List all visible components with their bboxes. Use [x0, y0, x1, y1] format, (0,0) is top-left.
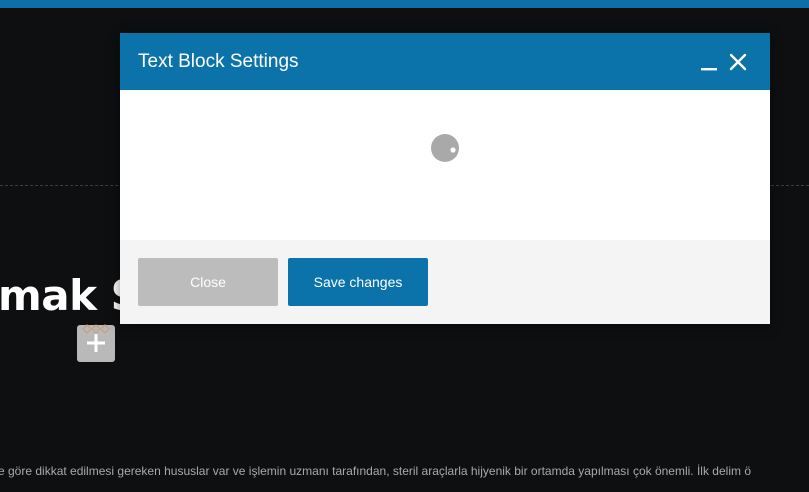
- minimize-icon[interactable]: [697, 51, 721, 75]
- top-accent-bar: [0, 0, 809, 8]
- page-paragraph: e göre dikkat edilmesi gereken hususlar …: [0, 464, 751, 478]
- text-block-settings-dialog: Text Block Settings Close Save changes: [120, 33, 770, 324]
- save-changes-button[interactable]: Save changes: [288, 258, 428, 306]
- dialog-header: Text Block Settings: [120, 33, 770, 90]
- close-icon[interactable]: [726, 50, 750, 74]
- add-element-button[interactable]: [77, 324, 115, 362]
- dialog-title: Text Block Settings: [138, 51, 299, 72]
- loading-spinner-icon: [431, 134, 459, 162]
- plus-icon: [87, 334, 105, 352]
- close-button[interactable]: Close: [138, 258, 278, 306]
- dialog-footer: Close Save changes: [120, 240, 770, 324]
- dialog-body: [120, 90, 770, 240]
